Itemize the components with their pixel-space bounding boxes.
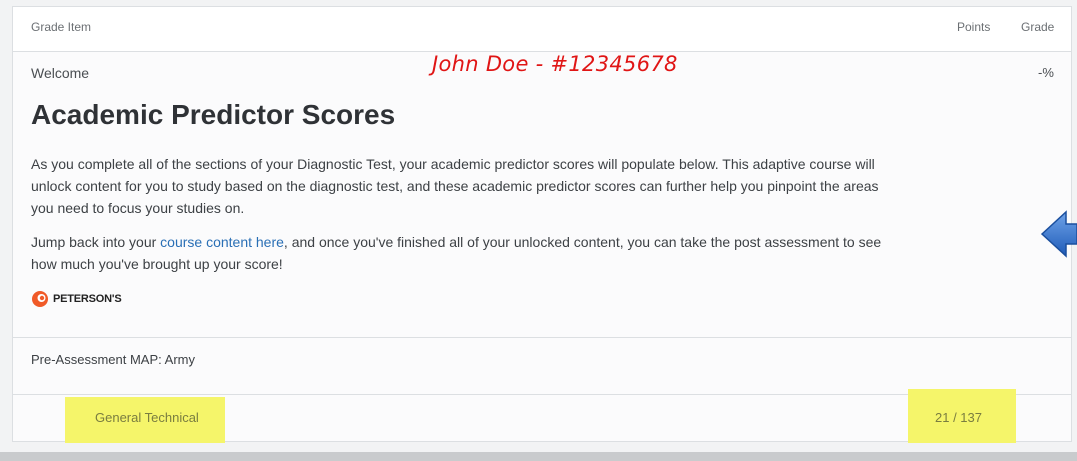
left-arrow-icon: [1040, 210, 1077, 258]
petersons-logo-icon: [32, 291, 48, 307]
general-technical-score: 21 / 137: [935, 410, 982, 425]
welcome-item-label: Welcome: [31, 65, 90, 81]
petersons-logo-text: PETERSON'S: [53, 293, 122, 305]
page-title: Academic Predictor Scores: [31, 99, 396, 130]
petersons-logo: PETERSON'S: [31, 288, 122, 310]
welcome-grade-value: -%: [1038, 65, 1054, 80]
general-technical-label: General Technical: [95, 410, 199, 425]
intro-paragraph: As you complete all of the sections of y…: [31, 156, 879, 216]
row-divider: [13, 337, 1071, 338]
screenshot-frame: Grade Item Points Grade Welcome -% Acade…: [0, 0, 1077, 461]
instructions-text-before: Jump back into your: [31, 234, 161, 250]
student-annotation: John Doe - #12345678: [432, 52, 678, 76]
header-grade: Grade: [1021, 20, 1055, 34]
course-content-link[interactable]: course content here: [160, 234, 284, 250]
grades-table-header: Grade Item Points Grade: [13, 7, 1071, 52]
window-bottom-bar: [0, 452, 1077, 461]
instructions-paragraph: Jump back into your course content here,…: [31, 231, 891, 275]
header-grade-item: Grade Item: [31, 20, 92, 34]
header-points: Points: [957, 20, 991, 34]
pre-assessment-label: Pre-Assessment MAP: Army: [31, 352, 195, 367]
